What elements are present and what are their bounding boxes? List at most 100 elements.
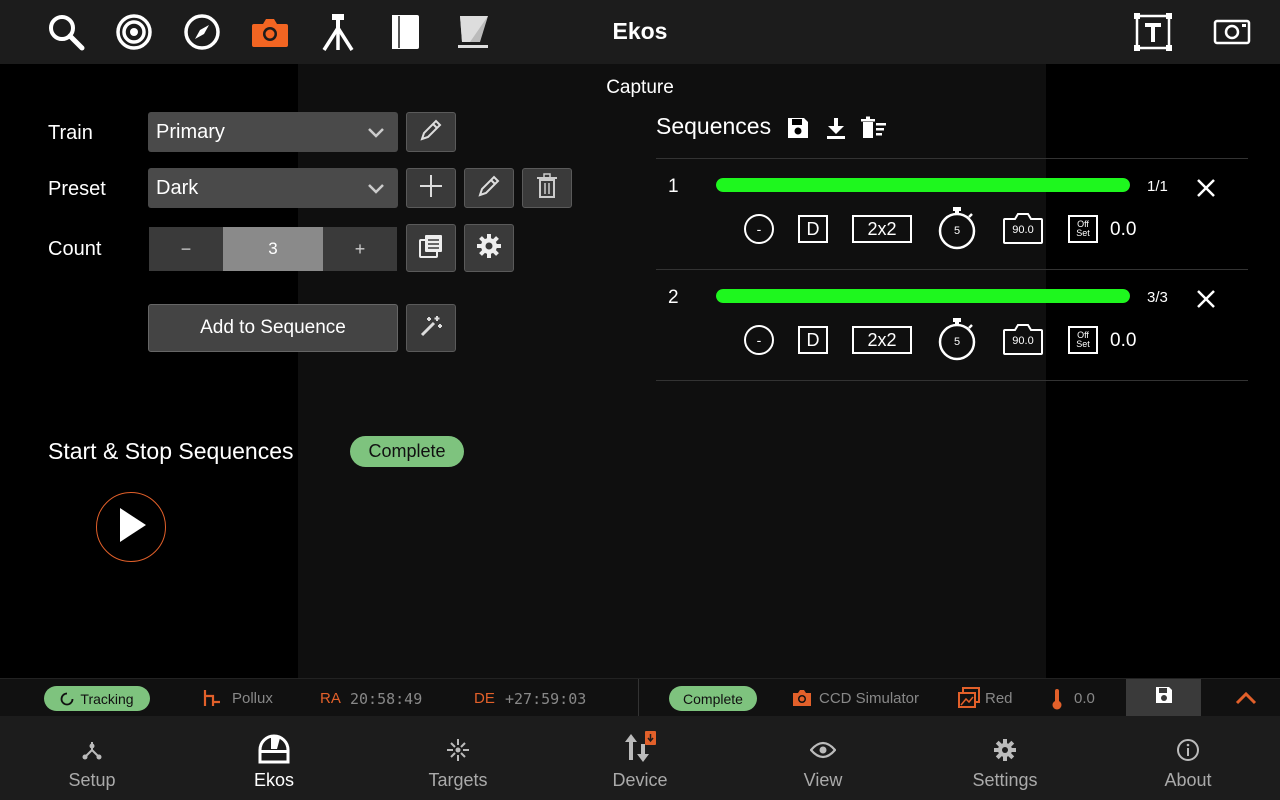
trash-icon: [535, 172, 559, 204]
nav-ekos[interactable]: Ekos: [199, 716, 349, 800]
delete-sequence-icon[interactable]: [1194, 176, 1218, 200]
preset-label: Preset: [48, 178, 106, 200]
bottom-navigation: Setup Ekos Targets Device View Settings …: [0, 716, 1280, 800]
filter-wheel-icon: [957, 687, 981, 714]
tripod-icon[interactable]: [318, 12, 358, 52]
library-icon: [417, 232, 445, 265]
stopwatch-icon: 5: [936, 206, 978, 250]
nav-label: View: [803, 770, 843, 790]
auto-wizard-button[interactable]: [406, 304, 456, 352]
exposure-value: 5: [953, 336, 961, 348]
add-preset-button[interactable]: [406, 168, 456, 208]
offset-label-bottom: Set: [1076, 339, 1090, 349]
chevron-down-icon: [366, 122, 386, 148]
filter-name: Red: [985, 690, 1013, 707]
capture-settings-button[interactable]: [464, 224, 514, 272]
target-name: Pollux: [232, 690, 273, 707]
mount-target-icon: [202, 688, 222, 713]
camera-icon[interactable]: [250, 12, 290, 52]
eye-icon: [810, 728, 836, 772]
spinner-icon: [60, 692, 74, 706]
tracking-label: Tracking: [80, 690, 134, 707]
pencil-icon: [418, 117, 444, 148]
compass-icon[interactable]: [182, 12, 222, 52]
nav-label: About: [1164, 770, 1212, 790]
save-icon[interactable]: [784, 114, 812, 142]
frame-icon[interactable]: [1212, 12, 1252, 52]
plus-icon: [418, 173, 444, 204]
gear-icon: [475, 232, 503, 265]
nav-label: Ekos: [253, 770, 295, 790]
delete-sequence-icon[interactable]: [1194, 287, 1218, 311]
exposure-value: 5: [953, 225, 961, 237]
status-bar: Tracking Pollux RA 20:58:49 DE +27:59:03…: [0, 678, 1280, 717]
count-increment-button[interactable]: +: [323, 227, 397, 271]
sequence-number: 1: [668, 176, 679, 197]
search-icon[interactable]: [46, 12, 86, 52]
capture-status-badge: Complete: [350, 436, 464, 467]
sequences-title: Sequences: [656, 113, 772, 139]
de-value: +27:59:03: [505, 690, 587, 708]
nav-targets[interactable]: Targets: [383, 716, 533, 800]
preset-value: Dark: [156, 176, 199, 199]
edit-train-button[interactable]: [406, 112, 456, 152]
offset-icon: Off Set: [1068, 215, 1098, 243]
train-label: Train: [48, 122, 93, 144]
divider: [656, 269, 1248, 270]
binning-indicator: 2x2: [852, 326, 912, 354]
sequence-progress-fill: [716, 289, 1130, 303]
preset-dropdown[interactable]: Dark: [148, 168, 398, 208]
notebook-icon[interactable]: [386, 12, 426, 52]
nav-settings[interactable]: Settings: [930, 716, 1080, 800]
start-stop-label: Start & Stop Sequences: [48, 438, 294, 464]
divider: [656, 380, 1248, 381]
nav-view[interactable]: View: [748, 716, 898, 800]
play-icon: [114, 506, 148, 549]
setup-icon: [80, 728, 104, 772]
app-title: Ekos: [612, 18, 668, 44]
flat-panel-icon[interactable]: [454, 12, 494, 52]
start-sequence-button[interactable]: [96, 492, 166, 562]
save-icon: [1154, 685, 1174, 710]
library-button[interactable]: [406, 224, 456, 272]
ra-value: 20:58:49: [350, 690, 423, 708]
add-to-sequence-button[interactable]: Add to Sequence: [148, 304, 398, 352]
frame-type-indicator: D: [798, 215, 828, 243]
targets-icon: [446, 728, 470, 772]
target-icon[interactable]: [114, 12, 154, 52]
device-icon: [622, 728, 658, 772]
chevron-up-icon[interactable]: [1232, 687, 1260, 709]
edit-preset-button[interactable]: [464, 168, 514, 208]
nav-setup[interactable]: Setup: [17, 716, 167, 800]
divider: [656, 158, 1248, 159]
nav-label: Setup: [68, 770, 116, 790]
binning-indicator: 2x2: [852, 215, 912, 243]
de-label: DE: [474, 690, 495, 707]
filter-indicator: -: [744, 325, 774, 355]
nav-label: Settings: [972, 770, 1038, 790]
delete-preset-button[interactable]: [522, 168, 572, 208]
save-image-button[interactable]: [1126, 679, 1201, 716]
filter-indicator: -: [744, 214, 774, 244]
temperature-value: 90.0: [1012, 335, 1034, 347]
train-dropdown[interactable]: Primary: [148, 112, 398, 152]
download-icon[interactable]: [822, 114, 850, 142]
nav-device[interactable]: Device: [565, 716, 715, 800]
divider: [638, 679, 639, 717]
capture-status-badge[interactable]: Complete: [669, 686, 757, 711]
count-value[interactable]: 3: [223, 227, 323, 271]
clear-sequence-icon[interactable]: [860, 114, 888, 142]
chevron-down-icon: [366, 178, 386, 204]
text-frame-icon[interactable]: [1133, 12, 1173, 52]
tracking-badge[interactable]: Tracking: [44, 686, 150, 711]
temperature-camera-icon: 90.0: [1002, 321, 1044, 357]
observatory-icon: [257, 728, 291, 772]
camera-name: CCD Simulator: [819, 690, 920, 707]
nav-label: Device: [612, 770, 668, 790]
image-background: [298, 64, 1046, 678]
temperature-value: 0.0: [1074, 690, 1095, 707]
sequence-progress-text: 3/3: [1147, 289, 1168, 306]
count-decrement-button[interactable]: −: [149, 227, 223, 271]
magic-wand-icon: [418, 313, 444, 344]
nav-about[interactable]: About: [1113, 716, 1263, 800]
